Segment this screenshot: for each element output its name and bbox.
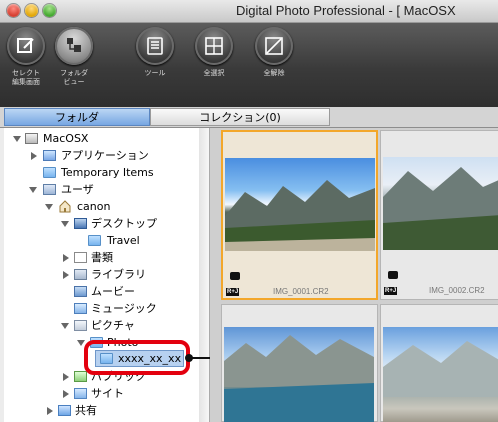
tree-label: Temporary Items: [61, 166, 154, 179]
thumbnail-item[interactable]: [380, 304, 498, 422]
disclosure-closed-icon[interactable]: [63, 254, 69, 262]
tree-scrollbar[interactable]: [199, 128, 210, 422]
select-all-icon: [195, 27, 233, 65]
tree-label: ピクチャ: [91, 319, 135, 332]
shared-folder-icon: [58, 405, 71, 416]
window-title: Digital Photo Professional - [ MacOSX: [236, 3, 456, 18]
sites-folder-icon: [74, 388, 87, 399]
tree-label: 共有: [75, 404, 97, 417]
camera-icon: [230, 272, 240, 280]
camera-icon: [388, 271, 398, 279]
tree-label: ユーザ: [61, 183, 94, 196]
thumbnail-item[interactable]: R+J IMG_0001.CR2: [221, 130, 378, 300]
tree-label: デスクトップ: [91, 217, 157, 230]
documents-folder-icon: [74, 252, 87, 263]
select-edit-label: セレクト 編集画面: [12, 69, 40, 86]
photo-image: [225, 158, 375, 251]
select-all-label: 全選択: [203, 69, 225, 77]
disk-icon: [25, 133, 38, 144]
tab-bar: フォルダ コレクション(0): [0, 107, 498, 128]
thumbnail-item[interactable]: R+J IMG_0002.CR2: [380, 130, 498, 300]
folder-icon: [88, 235, 101, 246]
public-folder-icon: [74, 371, 87, 382]
desktop-folder-icon: [74, 218, 87, 229]
music-folder-icon: [74, 303, 87, 314]
tree-label: アプリケーション: [61, 149, 149, 162]
tree-label: ライブラリ: [91, 268, 146, 281]
folder-tree: MacOSX アプリケーション Temporary Items ユーザ cano…: [4, 128, 200, 422]
tree-label: 書類: [91, 251, 113, 264]
select-all-button[interactable]: 全選択: [191, 27, 237, 78]
deselect-all-button[interactable]: 全解除: [251, 27, 297, 78]
app-window: Digital Photo Professional - [ MacOSX セレ…: [0, 0, 498, 422]
selection-highlight-ring: [84, 340, 190, 375]
tree-label: ミュージック: [91, 302, 157, 315]
tool-icon: [136, 27, 174, 65]
disclosure-closed-icon[interactable]: [31, 152, 37, 160]
tab-collection[interactable]: コレクション(0): [150, 108, 330, 126]
folder-view-label: フォルダ ビュー: [60, 69, 88, 86]
close-window-button[interactable]: [7, 4, 20, 17]
folder-view-button[interactable]: フォルダ ビュー: [51, 27, 97, 87]
home-icon: [59, 200, 71, 213]
disclosure-open-icon[interactable]: [29, 187, 37, 193]
thumbnail-filename: IMG_0001.CR2: [273, 287, 329, 296]
disclosure-closed-icon[interactable]: [63, 390, 69, 398]
zoom-window-button[interactable]: [43, 4, 56, 17]
disclosure-open-icon[interactable]: [13, 136, 21, 142]
photo-image: [383, 327, 498, 422]
thumbnail-item[interactable]: [221, 304, 378, 422]
tree-label: Travel: [107, 234, 140, 247]
tool-button[interactable]: ツール: [132, 27, 178, 78]
deselect-all-icon: [255, 27, 293, 65]
pictures-folder-icon: [74, 320, 87, 331]
folder-icon: [43, 167, 56, 178]
movies-folder-icon: [74, 286, 87, 297]
tab-folder[interactable]: フォルダ: [4, 108, 150, 126]
folder-view-icon: [55, 27, 93, 65]
raw-jpeg-badge: R+J: [226, 288, 240, 296]
disclosure-open-icon[interactable]: [45, 204, 53, 210]
disclosure-closed-icon[interactable]: [47, 407, 53, 415]
photo-image: [224, 327, 374, 422]
disclosure-closed-icon[interactable]: [63, 373, 69, 381]
users-folder-icon: [43, 184, 56, 195]
callout-dot: [185, 354, 193, 362]
thumbnail-filename: IMG_0002.CR2: [429, 286, 485, 295]
tree-label: MacOSX: [43, 132, 89, 145]
thumbnail-area: R+J IMG_0001.CR2 R+J IMG_0002.CR2: [210, 128, 498, 422]
photo-image: [383, 157, 498, 250]
select-edit-icon: [7, 27, 45, 65]
toolbar: セレクト 編集画面 フォルダ ビュー ツール 全選択 全解除: [0, 23, 498, 107]
tool-label: ツール: [144, 69, 166, 77]
minimize-window-button[interactable]: [25, 4, 38, 17]
disclosure-open-icon[interactable]: [61, 323, 69, 329]
tree-label: サイト: [91, 387, 124, 400]
disclosure-open-icon[interactable]: [61, 221, 69, 227]
tree-label: ムービー: [91, 285, 135, 298]
raw-jpeg-badge: R+J: [384, 287, 398, 295]
library-folder-icon: [74, 269, 87, 280]
tree-label: canon: [77, 200, 111, 213]
select-edit-button[interactable]: セレクト 編集画面: [3, 27, 49, 87]
deselect-all-label: 全解除: [263, 69, 285, 77]
title-bar: Digital Photo Professional - [ MacOSX: [0, 0, 498, 23]
applications-folder-icon: [43, 150, 56, 161]
disclosure-closed-icon[interactable]: [63, 271, 69, 279]
